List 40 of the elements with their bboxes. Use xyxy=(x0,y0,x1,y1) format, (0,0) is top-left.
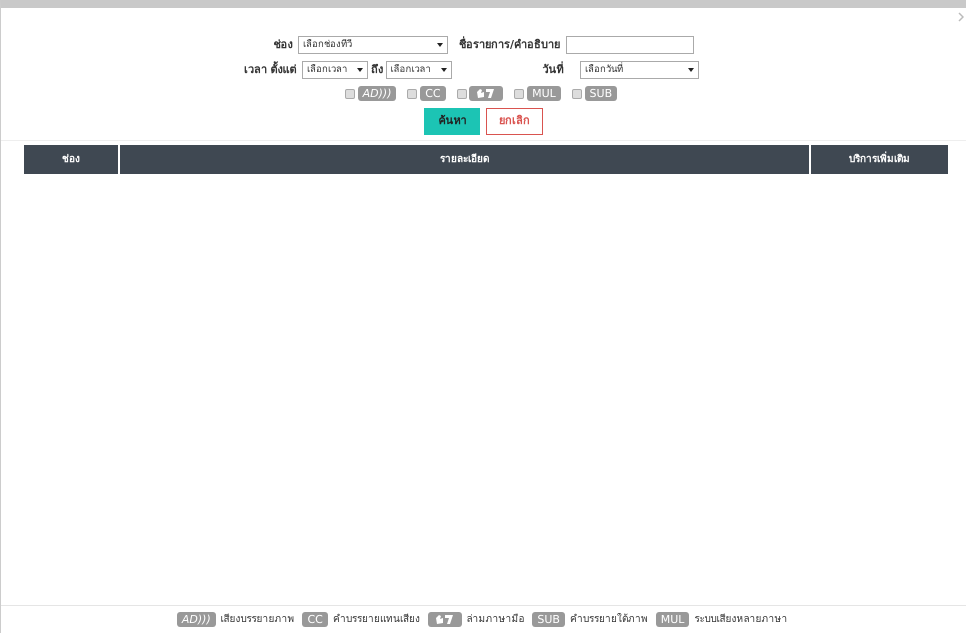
legend-text: ระบบเสียงหลายภาษา xyxy=(694,612,788,627)
search-button[interactable]: ค้นหา xyxy=(424,108,480,134)
legend-text: เสียงบรรยายภาพ xyxy=(220,612,295,627)
sign-language-icon xyxy=(428,612,462,627)
checkbox[interactable] xyxy=(514,88,524,98)
service-badge: AD))) xyxy=(358,86,396,101)
caret-icon xyxy=(436,43,443,47)
field-label: วันที่ xyxy=(542,62,564,78)
service-badge: CC xyxy=(302,612,328,627)
field-label: ถึง xyxy=(370,62,383,78)
channel-select[interactable]: เลือกช่องทีวี xyxy=(298,36,448,54)
service-badge: AD))) xyxy=(176,612,216,627)
sign-language-icon xyxy=(469,86,504,101)
field-label: เวลา ตั้งแต่ xyxy=(244,62,297,78)
checkbox[interactable] xyxy=(407,88,418,98)
service-badge: SUB xyxy=(584,86,618,101)
column-header: ช่อง xyxy=(24,145,120,174)
checkbox[interactable] xyxy=(456,88,467,98)
column-header: รายละเอียด xyxy=(120,145,811,174)
checkbox[interactable] xyxy=(344,88,355,98)
legend-text: ล่ามภาษามือ xyxy=(466,612,525,627)
legend-text: คำบรรยายใต้ภาพ xyxy=(570,612,648,627)
caret-icon xyxy=(688,68,694,72)
title-input[interactable] xyxy=(566,36,694,54)
legend-text: คำบรรยายแทนเสียง xyxy=(332,612,420,627)
field-label: ช่อง xyxy=(273,36,292,53)
close-icon[interactable] xyxy=(958,12,964,22)
service-badge: MUL xyxy=(656,612,690,627)
field-label: ชื่อรายการ/คำอธิบาย xyxy=(458,36,560,53)
caret-icon xyxy=(357,68,364,72)
service-badge: CC xyxy=(420,86,446,101)
service-badge: MUL xyxy=(527,86,561,101)
caret-icon xyxy=(440,68,447,72)
service-badge: SUB xyxy=(532,612,565,627)
time-select[interactable]: เลือกเวลา xyxy=(302,61,368,79)
time-select[interactable]: เลือกเวลา xyxy=(386,61,452,79)
column-header: บริการเพิ่มเติม xyxy=(811,145,948,174)
checkbox[interactable] xyxy=(572,88,582,98)
date-select[interactable]: เลือกวันที่ xyxy=(580,61,700,79)
cancel-button[interactable]: ยกเลิก xyxy=(486,108,543,134)
